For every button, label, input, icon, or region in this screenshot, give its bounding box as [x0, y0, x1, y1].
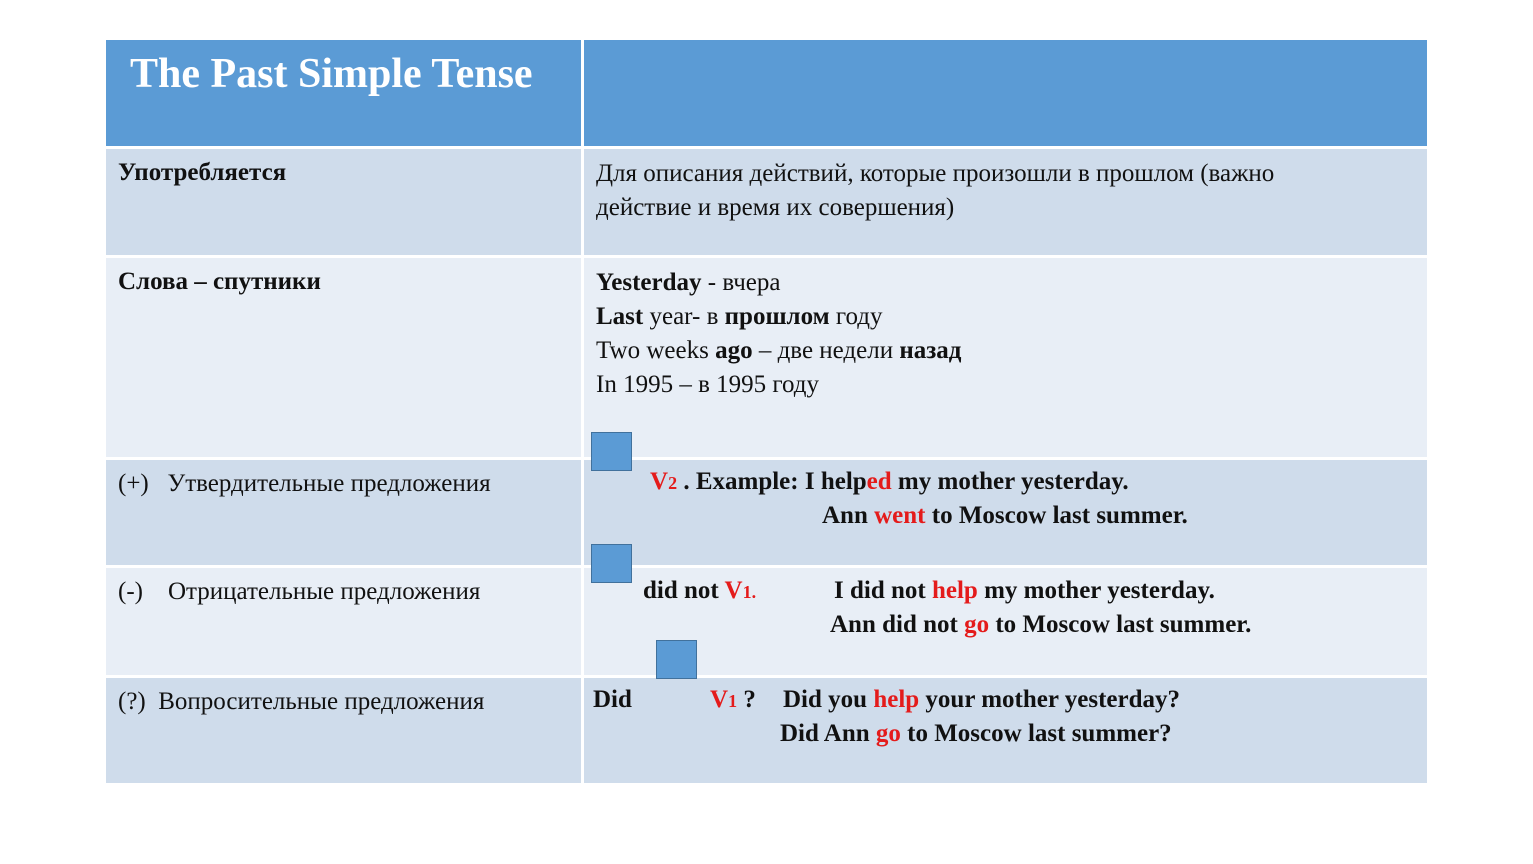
- verb-highlight: go: [964, 611, 990, 638]
- placeholder-square: [591, 544, 632, 583]
- header-cell-title: The Past Simple Tense: [106, 40, 581, 146]
- example-text: my mother yesterday.: [977, 577, 1215, 604]
- usage-line-1: Для описания действий, которые произошли…: [596, 160, 1275, 187]
- marker-item: Two weeks ago – две недели назад: [596, 334, 961, 368]
- example-text: I did not: [834, 577, 932, 604]
- table-header-row: The Past Simple Tense: [106, 40, 1427, 146]
- marker-text: Two weeks: [596, 337, 716, 364]
- row-content-cell: did not V1. I did not help my mother yes…: [584, 568, 1427, 675]
- row-label: (?) Вопросительные предложения: [118, 688, 484, 716]
- header-cell-empty: [584, 40, 1427, 146]
- marker-text: In 1995 – в 1995 году: [596, 371, 820, 398]
- row-content-cell: Yesterday - вчера Last year- в прошлом г…: [584, 258, 1427, 457]
- example-text: to Moscow last summer.: [925, 502, 1188, 529]
- question-example-2: Did Ann go to Moscow last summer?: [780, 720, 1172, 748]
- table-row-usage: Употребляется Для описания действий, кот…: [106, 149, 1427, 255]
- marker-item: In 1995 – в 1995 году: [596, 368, 819, 402]
- marker-text: year- в: [643, 303, 725, 330]
- question-formula: V1 ?: [710, 686, 756, 714]
- example-text: to Moscow last summer.: [989, 611, 1252, 638]
- row-label-text: Отрицательные предложения: [167, 578, 481, 605]
- verb-form: V: [724, 577, 743, 604]
- sign-label: (+): [118, 470, 149, 497]
- question-example-1: Did you help your mother yesterday?: [783, 686, 1180, 714]
- verb-form: V: [710, 686, 729, 713]
- negative-example-2: Ann did not go to Moscow last summer.: [830, 611, 1251, 639]
- table-row-question: (?) Вопросительные предложения Did V1 ? …: [106, 678, 1427, 783]
- placeholder-square: [656, 640, 697, 679]
- verb-highlight: help: [873, 686, 920, 713]
- example-text: Did you: [783, 686, 874, 713]
- marker-item: Yesterday - вчера: [596, 266, 780, 300]
- usage-line-2: действие и время их совершения): [596, 194, 955, 221]
- verb-form: V: [650, 468, 669, 495]
- affirmative-example-2: Ann went to Moscow last summer.: [822, 502, 1188, 530]
- row-label-text: Вопросительные предложения: [158, 688, 485, 715]
- verb-form-index: 1: [728, 691, 738, 711]
- verb-highlight: go: [875, 720, 901, 747]
- row-label-cell: (?) Вопросительные предложения: [106, 678, 581, 783]
- question-auxiliary: Did: [593, 686, 632, 713]
- row-label-cell: Слова – спутники: [106, 258, 581, 457]
- marker-word: ago: [715, 337, 753, 364]
- row-label: (-) Отрицательные предложения: [118, 578, 480, 606]
- row-content-cell: V2 . Example: I helped my mother yesterd…: [584, 460, 1427, 565]
- marker-item: Last year- в прошлом году: [596, 300, 883, 334]
- example-text: Did Ann: [780, 720, 876, 747]
- marker-text: – две недели: [752, 337, 900, 364]
- marker-text: году: [829, 303, 883, 330]
- example-text: Ann: [822, 502, 875, 529]
- row-label: Употребляется: [118, 159, 287, 186]
- verb-highlight: went: [874, 502, 926, 529]
- page-title: The Past Simple Tense: [130, 51, 533, 97]
- verb-form-index: 1.: [742, 582, 757, 602]
- row-label: (+) Утвердительные предложения: [118, 470, 491, 498]
- row-label-cell: Употребляется: [106, 149, 581, 255]
- negative-example-1: I did not help my mother yesterday.: [834, 577, 1215, 605]
- negative-formula: did not V1.: [643, 577, 756, 605]
- marker-translation: - вчера: [701, 269, 781, 296]
- row-label-text: Утвердительные предложения: [167, 470, 491, 497]
- marker-word: Last: [596, 303, 644, 330]
- sign-label: (-): [118, 578, 143, 605]
- verb-highlight: help: [931, 577, 978, 604]
- table-row-affirmative: (+) Утвердительные предложения V2 . Exam…: [106, 460, 1427, 565]
- marker-word: назад: [899, 337, 962, 364]
- example-text: Ann did not: [830, 611, 965, 638]
- sign-label: (?): [118, 688, 146, 715]
- row-label-cell: (+) Утвердительные предложения: [106, 460, 581, 565]
- example-text: my mother yesterday.: [891, 468, 1129, 495]
- question-mark: ?: [737, 686, 756, 713]
- verb-ending: ed: [866, 468, 892, 495]
- row-content-cell: Did V1 ? Did you help your mother yester…: [584, 678, 1427, 783]
- row-label: Слова – спутники: [118, 268, 321, 295]
- table-row-negative: (-) Отрицательные предложения did not V1…: [106, 568, 1427, 675]
- table-row-markers: Слова – спутники Yesterday - вчера Last …: [106, 258, 1427, 457]
- example-text: . Example: I help: [677, 468, 867, 495]
- example-text: to Moscow last summer?: [900, 720, 1172, 747]
- marker-word: Yesterday: [596, 269, 702, 296]
- example-text: your mother yesterday?: [919, 686, 1181, 713]
- row-label-cell: (-) Отрицательные предложения: [106, 568, 581, 675]
- verb-form-index: 2: [668, 473, 678, 493]
- placeholder-square: [591, 432, 632, 471]
- auxiliary: did not: [643, 577, 725, 604]
- marker-word: прошлом: [724, 303, 830, 330]
- row-content-cell: Для описания действий, которые произошли…: [584, 149, 1427, 255]
- affirmative-formula: V2 . Example: I helped my mother yesterd…: [650, 468, 1129, 496]
